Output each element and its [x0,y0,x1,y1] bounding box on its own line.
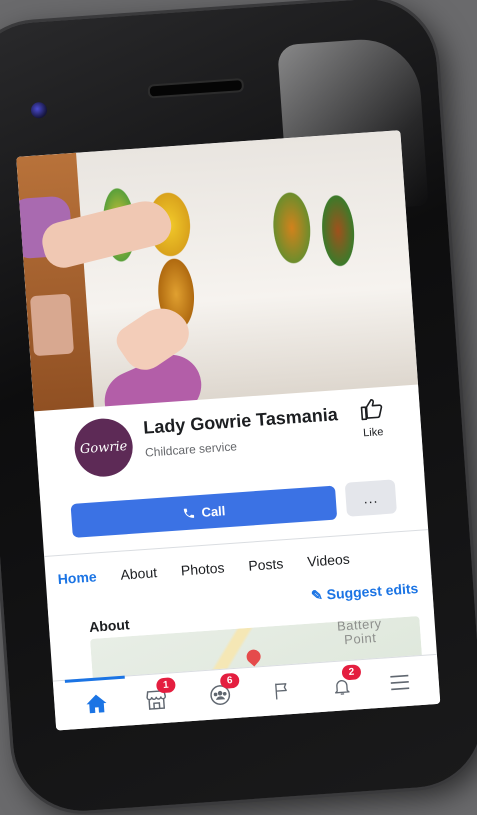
thumbs-up-icon [360,399,383,421]
page-avatar[interactable]: Gowrie [72,416,135,479]
marketplace-badge: 1 [155,677,176,694]
map-pin-icon [243,646,264,667]
paint-pot [29,293,75,357]
call-button[interactable]: Call [70,485,338,538]
cover-photo[interactable] [16,130,419,441]
more-options-button[interactable]: ... [344,479,397,517]
earpiece-speaker [147,77,245,99]
nav-pages[interactable] [263,673,301,709]
call-label: Call [200,502,226,520]
about-heading: About [88,616,131,635]
suggest-edits-link[interactable]: ✎ Suggest edits [311,580,419,604]
front-camera [30,101,48,119]
pencil-icon: ✎ [310,586,324,604]
nav-groups[interactable]: 6 [201,672,240,713]
tab-videos[interactable]: Videos [295,550,363,571]
groups-badge: 6 [219,672,240,689]
tab-photos[interactable]: Photos [168,559,237,580]
home-icon [86,694,107,714]
map-place-label: Battery Point [336,616,384,648]
hamburger-menu-icon [390,674,410,691]
notifications-badge: 2 [341,664,362,681]
nav-menu[interactable] [381,664,419,700]
phone-frame: Gowrie Lady Gowrie Tasmania Childcare se… [0,0,477,815]
suggest-edits-label: Suggest edits [326,579,419,603]
easel-wood [16,152,95,419]
tab-home[interactable]: Home [45,568,109,588]
flag-icon [275,683,287,700]
tab-posts[interactable]: Posts [236,555,296,575]
map-label-line: Point [343,630,377,648]
tab-about[interactable]: About [108,563,170,583]
nav-home[interactable] [77,685,115,721]
page-title: Lady Gowrie Tasmania [142,404,339,438]
phone-icon [183,508,195,518]
page-category: Childcare service [144,439,238,460]
like-button[interactable]: Like [349,396,396,440]
like-label: Like [362,426,384,440]
nav-marketplace[interactable]: 1 [137,677,176,717]
phone-screen: Gowrie Lady Gowrie Tasmania Childcare se… [16,130,441,731]
avatar-logo-text: Gowrie [79,438,128,457]
nav-notifications[interactable]: 2 [323,664,362,704]
